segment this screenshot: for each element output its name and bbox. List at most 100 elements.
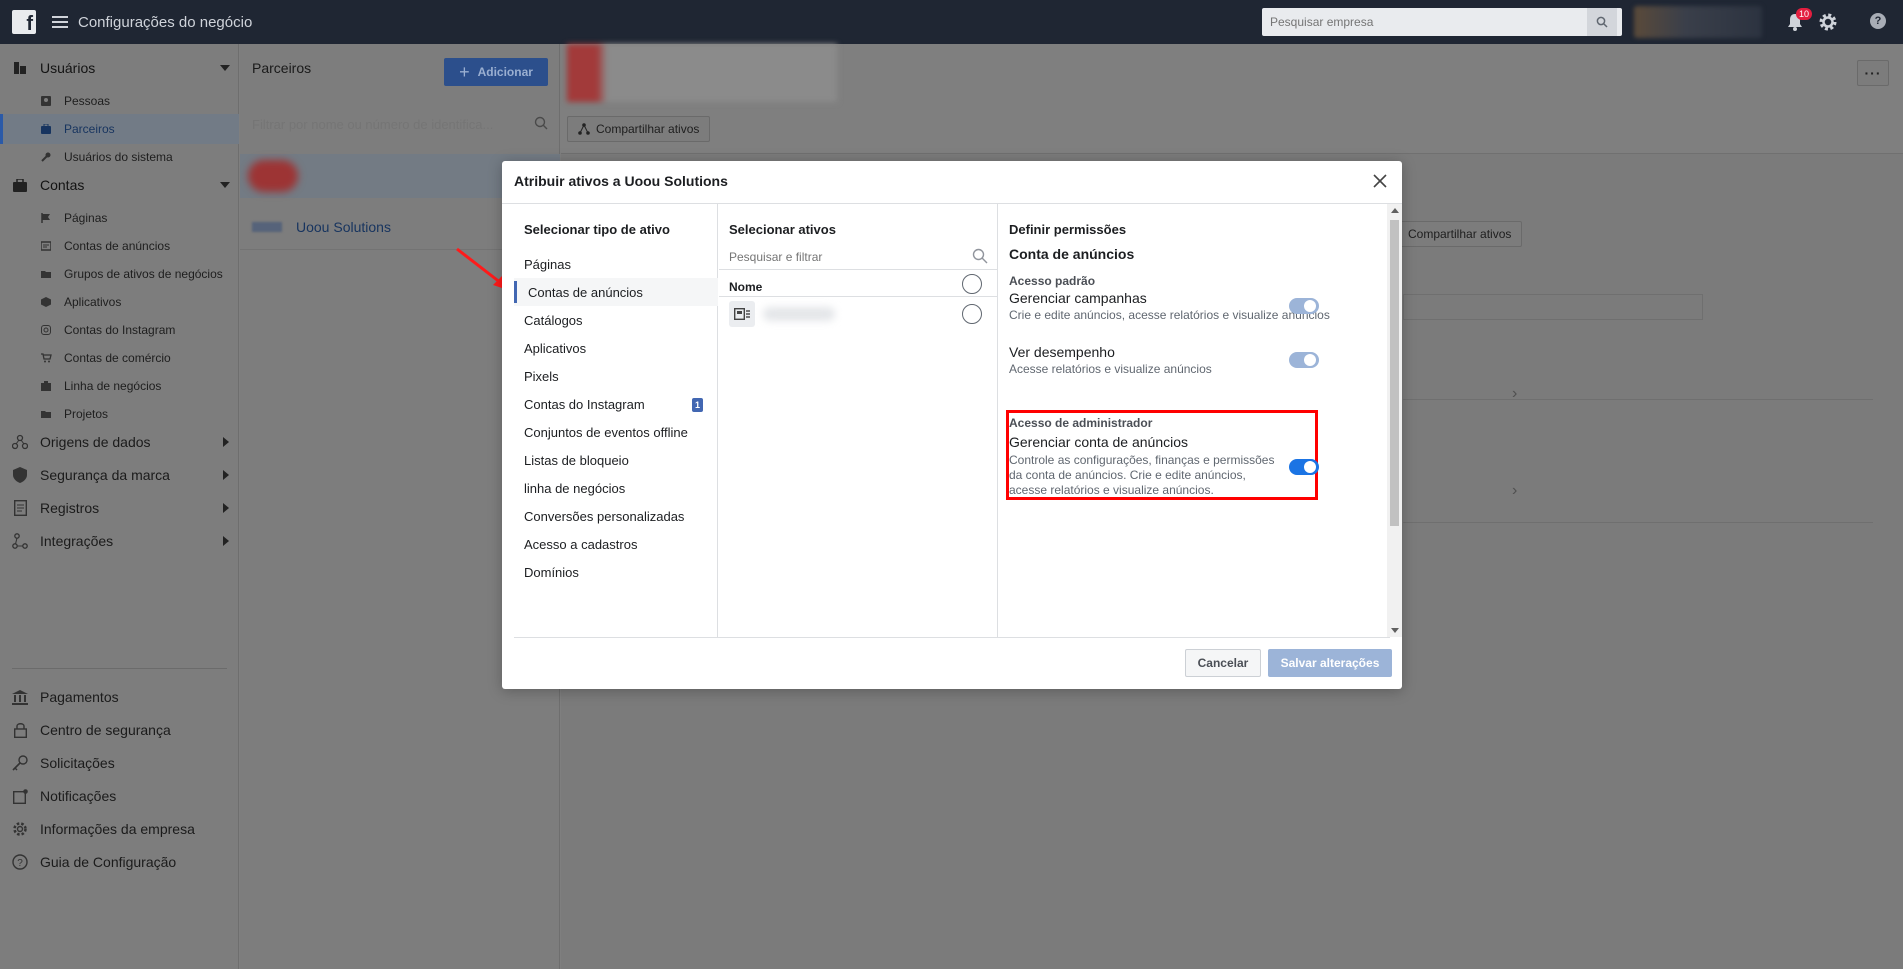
asset-search-input[interactable] <box>729 248 959 266</box>
share-assets-button-secondary[interactable]: Compartilhar ativos <box>1397 221 1523 247</box>
key-icon <box>40 151 52 163</box>
caret-right-icon <box>223 470 229 480</box>
add-partner-button[interactable]: + Adicionar <box>444 58 548 86</box>
asset-type-dominios[interactable]: Domínios <box>514 558 718 586</box>
notifications-icon <box>12 788 28 804</box>
sidebar-section-contas[interactable]: Contas <box>0 173 239 197</box>
sidebar-item-informacoes-da-empresa[interactable]: Informações da empresa <box>0 816 239 842</box>
assign-assets-dialog: Atribuir ativos a Uoou Solutions Selecio… <box>502 161 1402 689</box>
sidebar-item-registros[interactable]: Registros <box>0 495 239 521</box>
menu-icon[interactable] <box>52 16 68 28</box>
business-search-input[interactable] <box>1262 8 1587 36</box>
sidebar-item-origens-de-dados[interactable]: Origens de dados <box>0 429 239 455</box>
sidebar-item-contas-de-comercio[interactable]: Contas de comércio <box>0 343 239 373</box>
permissions-column: Definir permissões Conta de anúncios Ace… <box>999 204 1390 637</box>
toggle-view-performance[interactable] <box>1289 352 1319 368</box>
toggle-manage-campaigns[interactable] <box>1289 298 1319 314</box>
asset-type-listas-de-bloqueio[interactable]: Listas de bloqueio <box>514 446 718 474</box>
sidebar-section-usuarios[interactable]: Usuários <box>0 56 239 80</box>
sidebar-item-guia-de-configuracao[interactable]: ? Guia de Configuração <box>0 849 239 875</box>
folder-icon <box>40 268 52 280</box>
sidebar-item-linha-de-negocios[interactable]: Linha de negócios <box>0 371 239 401</box>
top-bar: f Configurações do negócio 10 ? <box>0 0 1903 44</box>
sidebar-item-pessoas[interactable]: Pessoas <box>0 86 239 116</box>
account-switcher[interactable] <box>1634 6 1762 38</box>
requests-key-icon <box>12 755 28 771</box>
briefcase-icon <box>12 177 28 193</box>
more-options-button[interactable]: ··· <box>1857 60 1889 86</box>
divider <box>1403 399 1873 400</box>
dialog-footer-divider <box>514 637 1390 638</box>
gear-icon[interactable] <box>1817 11 1839 33</box>
cancel-button[interactable]: Cancelar <box>1185 649 1261 677</box>
partner-logo <box>252 221 282 232</box>
asset-type-acesso-a-cadastros[interactable]: Acesso a cadastros <box>514 530 718 558</box>
asset-type-conversoes-personalizadas[interactable]: Conversões personalizadas <box>514 502 718 530</box>
asset-type-contas-do-instagram[interactable]: Contas do Instagram 1 <box>514 390 718 418</box>
asset-type-aplicativos[interactable]: Aplicativos <box>514 334 718 362</box>
scroll-up-icon[interactable] <box>1391 208 1399 213</box>
divider <box>719 269 998 270</box>
ad-account-icon <box>729 301 755 327</box>
main-header: Compartilhar ativos ··· <box>561 44 1903 154</box>
asset-type-paginas[interactable]: Páginas <box>514 250 718 278</box>
sidebar-item-projetos[interactable]: Projetos <box>0 399 239 429</box>
briefcase-icon <box>40 123 52 135</box>
permissions-scrollbar[interactable] <box>1387 204 1402 637</box>
standard-access-label: Acesso padrão <box>1009 274 1096 288</box>
search-icon <box>972 248 988 264</box>
share-assets-button[interactable]: Compartilhar ativos <box>567 116 711 142</box>
asset-type-linha-de-negocios[interactable]: linha de negócios <box>514 474 718 502</box>
sidebar-item-parceiros[interactable]: Parceiros <box>0 114 239 144</box>
caret-right-icon <box>223 536 229 546</box>
chevron-right-icon[interactable]: › <box>1512 482 1517 500</box>
asset-type-contas-de-anuncios[interactable]: Contas de anúncios <box>514 278 718 306</box>
scroll-down-icon[interactable] <box>1391 628 1399 633</box>
partners-filter-input[interactable] <box>252 114 548 134</box>
sidebar-item-contas-do-instagram[interactable]: Contas do Instagram <box>0 315 239 345</box>
close-icon[interactable] <box>1372 173 1388 189</box>
divider <box>719 296 998 297</box>
sidebar-divider <box>12 668 227 669</box>
sidebar-item-aplicativos[interactable]: Aplicativos <box>0 287 239 317</box>
sidebar-item-usuarios-do-sistema[interactable]: Usuários do sistema <box>0 142 239 172</box>
sidebar-item-notificacoes[interactable]: Notificações <box>0 783 239 809</box>
dialog-title: Atribuir ativos a Uoou Solutions <box>514 173 728 189</box>
caret-down-icon <box>220 182 230 188</box>
instagram-count-badge: 1 <box>692 398 703 412</box>
sidebar-section-label: Usuários <box>40 60 96 76</box>
notification-badge: 10 <box>1796 8 1813 20</box>
save-changes-button[interactable]: Salvar alterações <box>1268 649 1392 677</box>
sidebar-item-grupos-de-ativos[interactable]: Grupos de ativos de negócios <box>0 259 239 289</box>
sidebar-item-solicitacoes[interactable]: Solicitações <box>0 750 239 776</box>
asset-type-conjuntos-de-eventos-offline[interactable]: Conjuntos de eventos offline <box>514 418 718 446</box>
facebook-logo-icon[interactable]: f <box>12 10 36 34</box>
cart-icon <box>40 352 52 364</box>
sidebar-item-contas-de-anuncios[interactable]: Contas de anúncios <box>0 231 239 261</box>
flag-icon <box>40 212 52 224</box>
asset-select-column: Selecionar ativos Nome <box>719 204 998 637</box>
sidebar-item-integracoes[interactable]: Integrações <box>0 528 239 554</box>
asset-type-pixels[interactable]: Pixels <box>514 362 718 390</box>
sidebar-item-paginas[interactable]: Páginas <box>0 203 239 233</box>
toggle-manage-ad-account[interactable] <box>1289 459 1319 475</box>
search-button[interactable] <box>1587 8 1617 36</box>
asset-type-column: Selecionar tipo de ativo Páginas Contas … <box>514 204 718 637</box>
sidebar-item-pagamentos[interactable]: Pagamentos <box>0 684 239 710</box>
ghost-input <box>1403 294 1703 320</box>
help-icon[interactable]: ? <box>1870 13 1886 29</box>
select-all-radio[interactable] <box>962 274 982 294</box>
permissions-asset-heading: Conta de anúncios <box>1009 246 1135 262</box>
bank-icon <box>12 689 28 705</box>
chevron-right-icon[interactable]: › <box>1512 385 1517 403</box>
partner-avatar <box>248 160 298 192</box>
project-folder-icon <box>40 408 52 420</box>
instagram-icon <box>40 324 52 336</box>
sidebar-item-centro-de-seguranca[interactable]: Centro de segurança <box>0 717 239 743</box>
sidebar-item-seguranca-da-marca[interactable]: Segurança da marca <box>0 462 239 488</box>
scrollbar-thumb[interactable] <box>1390 220 1399 526</box>
cube-icon <box>40 296 52 308</box>
asset-type-catalogos[interactable]: Catálogos <box>514 306 718 334</box>
asset-select-radio[interactable] <box>962 304 982 324</box>
ad-account-icon <box>40 240 52 252</box>
